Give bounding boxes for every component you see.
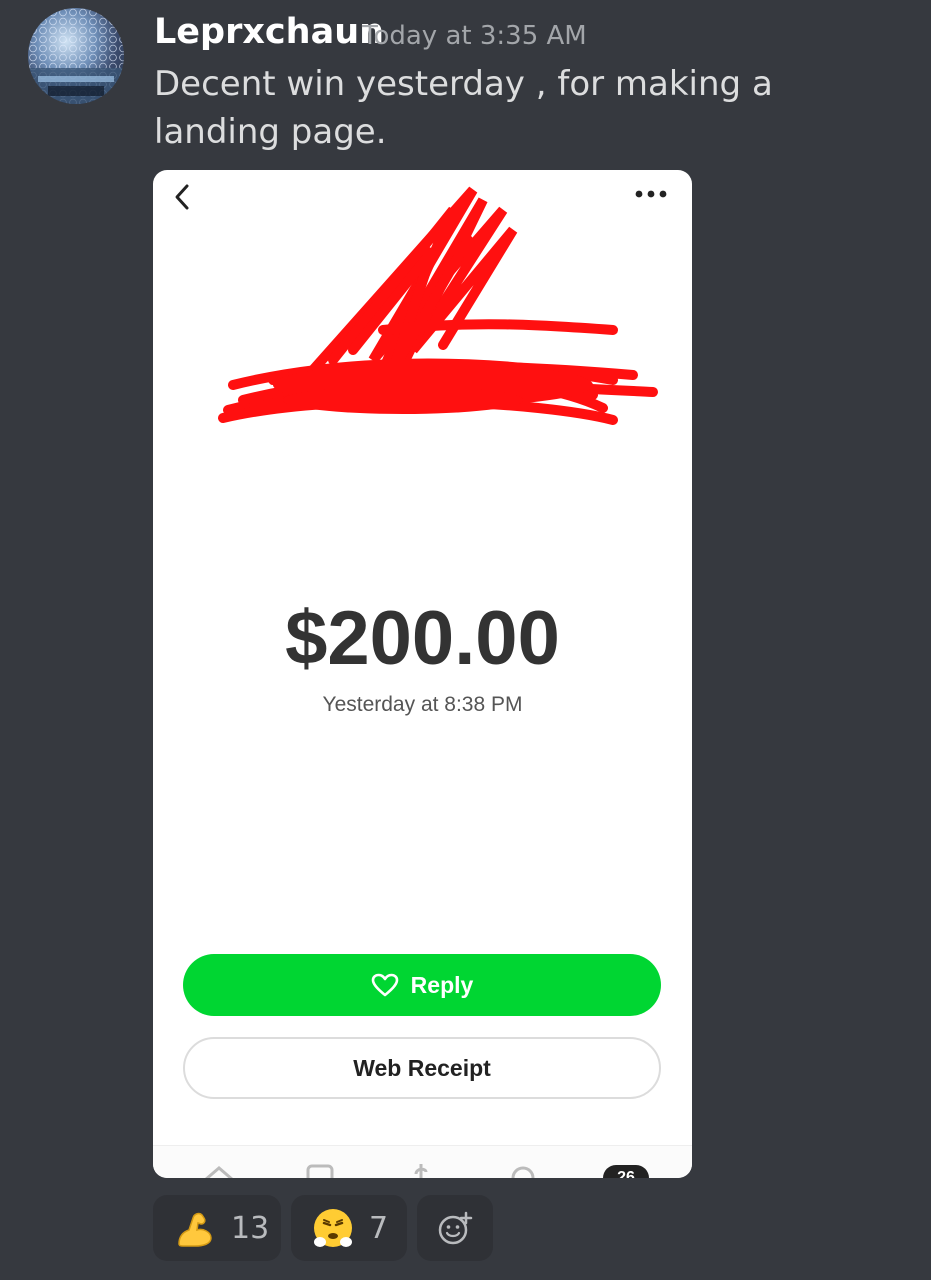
message-text: Decent win yesterday , for making a land… (154, 64, 773, 152)
heart-icon (371, 973, 398, 997)
activity-icon[interactable] (305, 1162, 335, 1178)
back-chevron-icon (175, 184, 189, 210)
image-attachment[interactable]: $200.00 Yesterday at 8:38 PM Reply Web R… (153, 170, 692, 1178)
reaction-face-with-steam[interactable]: 7 (291, 1195, 407, 1261)
reaction-flexed-biceps[interactable]: 13 (153, 1195, 281, 1261)
payment-amount: $200.00 (285, 596, 560, 681)
chat-message: Leprxchaun Today at 3:35 AM Decent win y… (0, 0, 931, 1280)
search-icon[interactable] (508, 1162, 538, 1178)
reply-button[interactable]: Reply (183, 954, 661, 1016)
add-reaction-button[interactable] (417, 1195, 493, 1261)
dollar-icon[interactable] (411, 1162, 431, 1178)
add-emoji-icon (438, 1211, 473, 1245)
profile-badge[interactable]: 26 (603, 1165, 649, 1178)
avatar[interactable] (28, 8, 124, 104)
payment-time: Yesterday at 8:38 PM (322, 693, 523, 716)
flexed-biceps-icon (178, 1212, 212, 1247)
message-timestamp: Today at 3:35 AM (362, 21, 587, 51)
web-receipt-button[interactable]: Web Receipt (183, 1037, 661, 1099)
face-with-steam-icon (314, 1209, 352, 1247)
username[interactable]: Leprxchaun (154, 12, 384, 52)
reply-label: Reply (410, 971, 474, 998)
web-receipt-label: Web Receipt (353, 1054, 491, 1081)
reaction-count: 7 (369, 1210, 389, 1246)
red-scribble-redaction (218, 186, 658, 425)
reaction-count: 13 (231, 1210, 270, 1246)
home-icon[interactable] (201, 1162, 237, 1178)
bottom-tab-bar: 26 (153, 1145, 692, 1178)
